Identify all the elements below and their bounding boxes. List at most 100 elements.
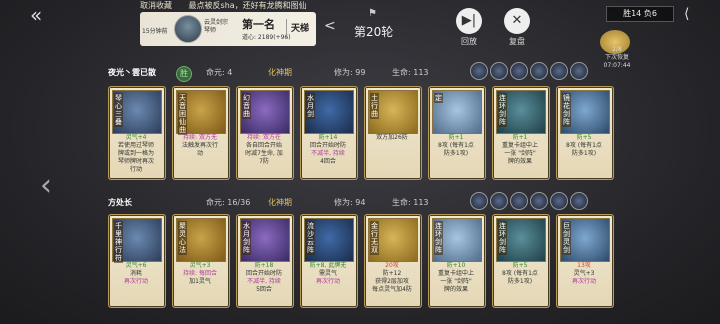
card-line: 防多1攻)	[443, 150, 469, 157]
buff-icon[interactable]	[490, 192, 508, 210]
timer-line2: 下次恢复	[604, 54, 629, 61]
card-line: 防多1攻)	[507, 278, 533, 285]
buff-icon[interactable]	[470, 62, 488, 80]
card-title: 连环剑阵	[434, 221, 443, 255]
card[interactable]: 幻音曲持续: 双方在 各自回合开始 时减7生命, 加 7防	[236, 86, 294, 180]
chevron-left-icon[interactable]: <	[324, 18, 336, 34]
card-line: 灵气+4	[125, 134, 147, 141]
chevron-left-icon[interactable]: ‹	[40, 168, 52, 203]
card-line: 13攻	[577, 262, 591, 269]
round-box: < ⚑ 第20轮	[324, 8, 434, 44]
card-title: 镜花剑阵	[562, 93, 571, 127]
card-line: 20攻	[385, 262, 399, 269]
replay-button[interactable]: ✕ 复盘	[500, 8, 534, 50]
buff-icon[interactable]	[550, 192, 568, 210]
card-text: 灵气+4 若使用过琴师 牌或到一格为 琴师牌时再次 行动	[112, 134, 160, 174]
card-text: 双方加26防	[368, 134, 416, 142]
player-row-header: 方处长 命元: 16/36 化神期 修为: 94 生命: 113	[80, 196, 700, 210]
card[interactable]: 聚灵心法 灵气+3 持续: 每回合 加1灵气	[172, 214, 230, 308]
card[interactable]: 水月剑防+14 回合开始时防 不减半, 持续 4回合	[300, 86, 358, 180]
buff-icon[interactable]	[570, 192, 588, 210]
card-title: 水月剑阵	[242, 221, 251, 255]
card-line: 不减半, 持续	[311, 150, 345, 157]
card[interactable]: 土行曲 双方加26防	[364, 86, 422, 180]
card-line: 动	[196, 150, 203, 157]
card-line: 行动	[129, 166, 142, 173]
buff-icon[interactable]	[530, 192, 548, 210]
card[interactable]: 连环剑阵 防+10 重复卡组中上 一张 "剑阵" 牌的效果	[428, 214, 486, 308]
card[interactable]: 巨剑灵剑 13攻 灵气+3 再次行动	[556, 214, 614, 308]
card-text: 防+5 8攻 (每有1点 防多1攻)	[560, 134, 608, 158]
back-button[interactable]: «	[30, 4, 70, 26]
buff-icon[interactable]	[510, 192, 528, 210]
card-line: 需灵气	[318, 270, 337, 277]
card-line: 8攻 (每有1点	[502, 270, 538, 277]
share-icon[interactable]: ⟨	[684, 6, 689, 22]
replay-label: 复盘	[509, 37, 525, 46]
card-text: 防+1 8攻 (每有1点 防多1攻)	[432, 134, 480, 158]
card-title: 流沙云阵	[306, 221, 315, 255]
card[interactable]: 水月剑阵 防+18 回合开始时防 不减半, 持续 5回合	[236, 214, 294, 308]
buff-icon[interactable]	[490, 62, 508, 80]
card-line: 不减半, 持续	[247, 278, 281, 285]
card[interactable]: 连环剑阵防+5 8攻 (每有1点 防多1攻)	[492, 214, 550, 308]
card-line: 重复卡组中上	[437, 270, 474, 277]
card-text: 持续: 双方在 各自回合开始 时减7生命, 加 7防	[240, 134, 288, 166]
review-button[interactable]: ▶| 回放	[452, 8, 486, 50]
card-line: 4回合	[320, 158, 336, 165]
card[interactable]: 千里神行符 灵气+6 消耗 再次行动	[108, 214, 166, 308]
ticker: 取消收藏 最点被反sha，还好有龙腾和图仙	[140, 0, 340, 12]
card-line: 每点灵气加4防	[372, 286, 412, 293]
card-title: 幻音曲	[242, 93, 251, 119]
destiny-label: 命元: 4	[206, 68, 233, 77]
buff-icons	[470, 192, 590, 210]
card-line: 获得2层加攻	[375, 278, 409, 285]
card[interactable]: 镜花剑阵防+5 8攻 (每有1点 防多1攻)	[556, 86, 614, 180]
buff-icon[interactable]	[510, 62, 528, 80]
buff-icon[interactable]	[570, 62, 588, 80]
card-text: 防+14 回合开始时防 不减半, 持续 4回合	[304, 134, 352, 166]
card-line: 时减7生命, 加	[245, 150, 283, 157]
card-line: 再次行动	[571, 278, 596, 285]
card-text: 20攻 防+12 获得2层加攻 每点灵气加4防	[368, 262, 416, 294]
card-title: 水月剑	[306, 93, 315, 119]
card[interactable]: 琴心三叠 灵气+4 若使用过琴师 牌或到一格为 琴师牌时再次 行动	[108, 86, 166, 180]
card-line: 法触发再次行	[181, 142, 218, 149]
card[interactable]: 流沙云阵防+8, 此牌无 需灵气 再次行动	[300, 214, 358, 308]
realm-label: 15分钟前	[142, 28, 168, 35]
card-line: 琴师牌时再次	[117, 158, 154, 165]
cultivation-label: 修为: 99	[334, 68, 366, 77]
card-text: 灵气+6 消耗 再次行动	[112, 262, 160, 286]
card-line: 防多1攻)	[571, 150, 597, 157]
card[interactable]: 金行无双 20攻 防+12 获得2层加攻 每点灵气加4防	[364, 214, 422, 308]
top-bar: « 取消收藏 最点被反sha，还好有龙腾和图仙 15分钟前 云灵剑宗 琴师 第一…	[0, 0, 720, 69]
card-text: 防+8, 此牌无 需灵气 再次行动	[304, 262, 352, 286]
card-title: 连环剑阵	[498, 221, 507, 255]
destiny-label: 命元: 16/36	[206, 198, 251, 207]
card-text: 13攻 灵气+3 再次行动	[560, 262, 608, 286]
card-line: 再次行动	[315, 278, 340, 285]
card-line: 一张 "剑阵"	[440, 278, 472, 285]
card[interactable]: 定防+1 8攻 (每有1点 防多1攻)	[428, 86, 486, 180]
card-title: 天音困仙曲	[178, 93, 187, 135]
avatar	[174, 15, 202, 43]
buff-icon[interactable]	[550, 62, 568, 80]
card-line: 持续: 每回合	[183, 270, 217, 277]
card-line: 持续: 双方无	[183, 134, 217, 141]
buff-icon[interactable]	[530, 62, 548, 80]
life-label: 生命: 113	[392, 68, 429, 77]
card-line: 加1灵气	[189, 278, 211, 285]
card-text: 灵气+3 持续: 每回合 加1灵气	[176, 262, 224, 286]
side-panel: ‹	[0, 80, 80, 310]
card-line: 持续: 双方在	[247, 134, 281, 141]
card-line: 5回合	[256, 286, 272, 293]
card-line: 防+12	[382, 270, 402, 277]
buff-icon[interactable]	[470, 192, 488, 210]
card[interactable]: 天音困仙曲 持续: 双方无 法触发再次行动	[172, 86, 230, 180]
card[interactable]: 连环剑阵 防+1 重复卡组中上 一张 "剑阵" 牌的效果	[492, 86, 550, 180]
card-line: 8攻 (每有1点	[566, 142, 602, 149]
card-text: 防+5 8攻 (每有1点 防多1攻)	[496, 262, 544, 286]
realm-label: 化神期	[268, 68, 292, 77]
card-line: 防+8, 此牌无	[309, 262, 347, 269]
rank-card[interactable]: 15分钟前 云灵剑宗 琴师 第一名 道心: 2189(+96) 天梯	[140, 12, 316, 46]
